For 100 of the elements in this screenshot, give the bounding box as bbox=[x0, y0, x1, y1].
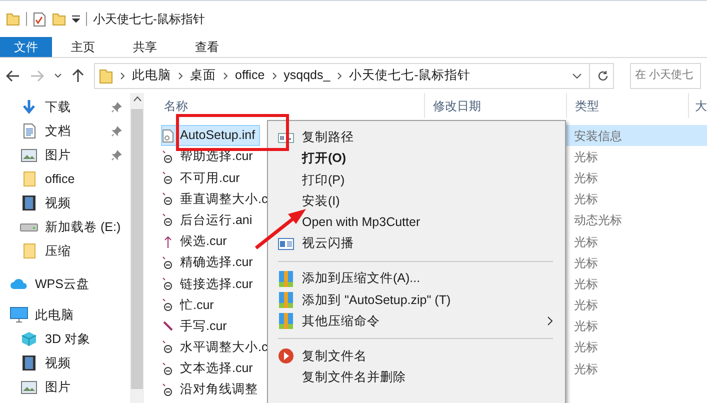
breadcrumb[interactable]: 小天使七七-鼠标指针 bbox=[349, 66, 470, 85]
ribbon-tab[interactable]: 文件 bbox=[0, 37, 52, 57]
menu-item[interactable]: 添加到 "AutoSetup.zip" (T) bbox=[270, 289, 563, 310]
sidebar-item[interactable]: 视频 bbox=[0, 191, 130, 215]
file-type-text: 光标 bbox=[573, 191, 598, 208]
archive-icon bbox=[279, 313, 293, 330]
file-name-row[interactable]: 水平调整大小.c bbox=[161, 336, 273, 358]
menu-item[interactable]: 视云闪播 bbox=[270, 232, 563, 254]
sidebar-item[interactable]: 图片 bbox=[0, 375, 130, 399]
ribbon-tab[interactable]: 共享 bbox=[119, 37, 171, 57]
refresh-icon[interactable] bbox=[597, 70, 609, 82]
cursor-file-icon bbox=[162, 298, 174, 312]
cube-icon bbox=[21, 331, 37, 347]
ribbon-tab[interactable]: 主页 bbox=[57, 37, 109, 57]
breadcrumb[interactable]: 此电脑 bbox=[132, 66, 171, 85]
column-header[interactable]: 名称 bbox=[144, 93, 424, 118]
breadcrumb[interactable]: office bbox=[235, 66, 265, 85]
file-name-row[interactable]: 不可用.cur bbox=[161, 167, 245, 189]
file-type-text: 光标 bbox=[573, 170, 598, 187]
archive-icon bbox=[279, 270, 293, 287]
file-name-row[interactable]: 后台运行.ani bbox=[161, 210, 258, 231]
chevron-right-icon[interactable] bbox=[223, 72, 228, 80]
column-header[interactable]: 大 bbox=[688, 93, 707, 118]
file-name-row[interactable]: AutoSetup.inf bbox=[161, 125, 260, 146]
sidebar-item[interactable]: 图片 bbox=[0, 143, 130, 167]
download-arrow-icon bbox=[21, 99, 37, 115]
window-title: 小天使七七-鼠标指针 bbox=[93, 11, 205, 28]
file-name-row[interactable]: 垂直调整大小.c bbox=[161, 188, 273, 210]
sidebar-item[interactable]: 此电脑 bbox=[0, 303, 130, 327]
address-bar[interactable]: 此电脑 桌面 office ysqqds_ 小天使七七-鼠标指针 bbox=[94, 62, 614, 88]
cursor-file-icon bbox=[162, 213, 174, 228]
file-name-row[interactable]: 候选.cur bbox=[161, 230, 232, 252]
properties-icon[interactable] bbox=[33, 12, 46, 26]
file-type-text: 光标 bbox=[573, 297, 598, 314]
file-type-text: 光标 bbox=[573, 148, 598, 166]
sidebar-item[interactable]: 3D 对象 bbox=[0, 327, 130, 351]
menu-item[interactable]: 安装(I) bbox=[270, 190, 563, 212]
sidebar-item[interactable]: 下载 bbox=[0, 95, 130, 119]
sidebar-item[interactable]: 压缩 bbox=[0, 239, 130, 263]
cursor-file-icon bbox=[162, 256, 174, 270]
chevron-right-icon[interactable] bbox=[337, 72, 342, 80]
folder-icon bbox=[22, 171, 36, 187]
menu-item[interactable]: 打印(P) bbox=[270, 169, 563, 191]
file-type-text: 光标 bbox=[573, 234, 598, 251]
menu-item[interactable]: 添加到压缩文件(A)... bbox=[270, 268, 563, 290]
cursor-file-icon bbox=[162, 362, 174, 376]
file-type-text: 光标 bbox=[573, 254, 598, 272]
dropdown-icon[interactable] bbox=[72, 15, 80, 23]
breadcrumb[interactable]: 桌面 bbox=[190, 66, 216, 85]
file-name-row[interactable]: 沿对角线调整 bbox=[161, 379, 263, 400]
file-type-text: 光标 bbox=[573, 276, 598, 293]
menu-item[interactable]: 复制文件名并删除 bbox=[270, 366, 563, 388]
ribbon-tab[interactable]: 查看 bbox=[181, 37, 233, 57]
menu-item[interactable]: 其他压缩命令 bbox=[270, 310, 563, 332]
chevron-down-icon[interactable] bbox=[54, 72, 62, 78]
breadcrumb[interactable]: ysqqds_ bbox=[284, 66, 330, 85]
sidebar-item[interactable]: 文档 bbox=[0, 119, 130, 143]
file-name-row[interactable]: 精确选择.cur bbox=[161, 252, 258, 274]
column-header[interactable]: 修改日期 bbox=[424, 93, 566, 118]
scrollbar[interactable] bbox=[130, 93, 144, 403]
menu-item[interactable]: 打开(O) bbox=[270, 148, 563, 170]
folder-icon bbox=[99, 68, 113, 84]
settings-file-icon bbox=[162, 128, 174, 143]
cursor-file-icon bbox=[162, 192, 174, 206]
file-name-row[interactable]: 手写.cur bbox=[161, 316, 232, 337]
chevron-right-icon[interactable] bbox=[178, 72, 183, 80]
up-arrow-icon[interactable] bbox=[72, 68, 84, 82]
file-type-text: 光标 bbox=[573, 360, 598, 378]
menu-item[interactable]: 复制文件名 bbox=[270, 346, 563, 367]
film-icon bbox=[22, 355, 36, 371]
pen-icon bbox=[162, 319, 174, 334]
search-field[interactable]: 在 小天使七 bbox=[630, 62, 701, 88]
cursor-file-icon bbox=[162, 340, 174, 354]
chevron-right-icon[interactable] bbox=[120, 72, 125, 80]
file-name-row[interactable]: 忙.cur bbox=[161, 294, 219, 316]
sidebar-item[interactable]: WPS云盘 bbox=[0, 272, 130, 296]
file-type-text: 光标 bbox=[573, 318, 598, 336]
file-name-row[interactable]: 链接选择.cur bbox=[161, 273, 258, 294]
cursor-file-icon bbox=[162, 276, 174, 291]
drive-icon bbox=[20, 222, 38, 232]
menu-item[interactable]: 复制路径 bbox=[270, 127, 563, 148]
menu-item[interactable]: Open with Mp3Cutter bbox=[270, 212, 563, 233]
scroll-up-icon[interactable] bbox=[132, 96, 142, 102]
sidebar-item[interactable]: office bbox=[0, 167, 130, 191]
sidebar-item[interactable]: 视频 bbox=[0, 351, 130, 375]
film-icon bbox=[22, 195, 36, 211]
file-name-row[interactable]: 文本选择.cur bbox=[161, 358, 258, 380]
back-arrow-icon[interactable] bbox=[6, 70, 20, 82]
sidebar-item[interactable]: 新加载卷 (E:) bbox=[0, 215, 130, 239]
picture-icon bbox=[21, 380, 37, 394]
chevron-down-icon[interactable] bbox=[572, 72, 582, 78]
cursor-file-icon bbox=[162, 170, 174, 185]
document-icon bbox=[22, 123, 36, 139]
monitor-icon bbox=[10, 307, 28, 323]
cursor-file-icon bbox=[162, 150, 174, 164]
play-circle-icon bbox=[278, 348, 294, 364]
column-header[interactable]: 类型 bbox=[566, 93, 688, 118]
file-type-text: 安装信息 bbox=[573, 128, 622, 145]
chevron-right-icon[interactable] bbox=[272, 72, 277, 80]
file-type-text: 光标 bbox=[573, 339, 598, 356]
